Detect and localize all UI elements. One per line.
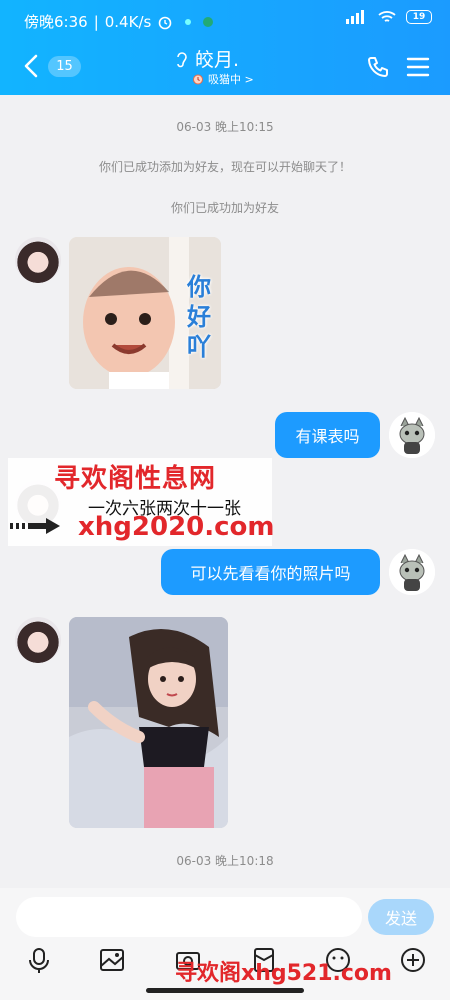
- sticker-image[interactable]: 你好吖: [69, 237, 221, 389]
- unread-count-badge[interactable]: 15: [48, 56, 81, 77]
- microphone-icon[interactable]: [25, 946, 53, 974]
- send-button[interactable]: 发送: [368, 899, 434, 935]
- contact-status-label: 吸猫中 >: [208, 73, 254, 86]
- back-icon[interactable]: [20, 53, 44, 79]
- alarm-icon: [159, 16, 172, 29]
- cat-avatar-icon: [389, 412, 435, 458]
- contact-name-row[interactable]: 皎月.: [175, 45, 285, 72]
- my-avatar[interactable]: [389, 412, 435, 458]
- status-bar: 傍晚6:36 | 0.4K/s 19: [0, 0, 450, 40]
- menu-icon[interactable]: [406, 56, 430, 78]
- photo-illustration: [69, 617, 228, 828]
- wifi-icon: [378, 11, 396, 22]
- app-notification-icon-2: [203, 16, 214, 27]
- contact-avatar[interactable]: [15, 237, 61, 283]
- message-timestamp: 06-03 晚上10:18: [176, 854, 274, 868]
- app-notification-icon: [185, 18, 192, 25]
- system-message: 你们已成功加为好友: [170, 201, 279, 215]
- phone-icon[interactable]: [366, 55, 390, 79]
- sticker-caption: 你好吖: [187, 273, 211, 361]
- chat-header: 傍晚6:36 | 0.4K/s 19 15 皎月. 吸猫中 >: [0, 0, 450, 95]
- alarm-clock-icon: [193, 74, 203, 85]
- my-avatar[interactable]: [389, 549, 435, 595]
- watermark-url: xhg2020.com: [78, 512, 275, 542]
- ear-icon: [177, 51, 187, 67]
- network-speed: 0.4K/s: [104, 12, 152, 31]
- message-input[interactable]: [16, 897, 362, 937]
- status-time: 傍晚6:36: [24, 13, 88, 31]
- watermark-title: 寻欢阁性息网: [54, 464, 217, 494]
- home-indicator[interactable]: [146, 988, 304, 993]
- battery-indicator: 19: [406, 10, 432, 24]
- cat-avatar-icon: [389, 549, 435, 595]
- system-message: 你们已成功添加为好友，现在可以开始聊天了！: [98, 160, 351, 174]
- add-more-icon[interactable]: [399, 946, 427, 974]
- photo-message[interactable]: [69, 617, 228, 828]
- contact-name: 皎月.: [195, 49, 240, 71]
- contact-avatar[interactable]: [15, 617, 61, 663]
- image-picker-icon[interactable]: [98, 946, 126, 974]
- watermark-overlay: 寻欢阁性息网 一次六张两次十一张 xhg2020.com: [8, 458, 275, 546]
- arrow-icon: [10, 518, 60, 534]
- footer-watermark: 寻欢阁xhg521.com: [175, 961, 392, 986]
- sent-message-bubble[interactable]: 可以先看看你的照片吗: [161, 549, 380, 595]
- signal-icon: [346, 10, 364, 24]
- sent-message-bubble[interactable]: 有课表吗: [275, 412, 380, 458]
- contact-status[interactable]: 吸猫中 >: [192, 71, 254, 87]
- message-timestamp: 06-03 晚上10:15: [176, 120, 274, 134]
